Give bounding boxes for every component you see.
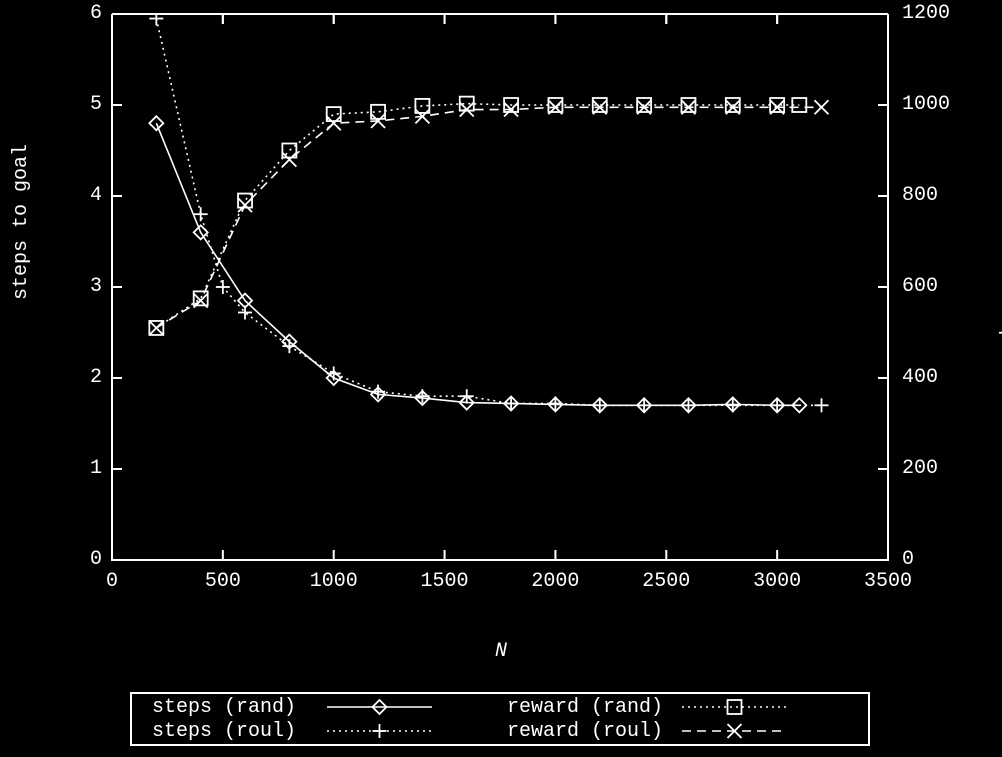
x-axis-label: N: [0, 640, 1002, 663]
x-tick-label: 0: [106, 570, 118, 593]
y1-tick-label: 1: [42, 457, 102, 480]
y2-tick-label: 0: [902, 548, 914, 571]
y2-tick-label: 800: [902, 184, 938, 207]
y2-tick-label: 400: [902, 366, 938, 389]
legend-item: reward (roul): [507, 720, 675, 743]
x-tick-label: 3500: [864, 570, 912, 593]
x-tick-label: 1500: [421, 570, 469, 593]
y1-tick-label: 0: [42, 548, 102, 571]
y2-tick-label: 600: [902, 275, 938, 298]
x-tick-label: 1000: [310, 570, 358, 593]
legend-label: reward (rand): [507, 696, 663, 719]
x-tick-label: 2500: [642, 570, 690, 593]
legend-item: reward (rand): [507, 696, 675, 719]
y2-axis-label: reward: [998, 330, 1002, 402]
y2-tick-label: 1000: [902, 93, 950, 116]
legend-item: steps (roul): [152, 720, 308, 743]
y1-tick-label: 3: [42, 275, 102, 298]
y1-tick-label: 4: [42, 184, 102, 207]
x-tick-label: 500: [205, 570, 241, 593]
y1-axis-label: steps to goal: [10, 144, 33, 300]
x-tick-label: 2000: [531, 570, 579, 593]
legend-label: reward (roul): [507, 720, 663, 743]
y1-tick-label: 5: [42, 93, 102, 116]
legend-box: steps (rand)steps (roul) reward (rand)rew…: [130, 692, 870, 746]
x-tick-label: 3000: [753, 570, 801, 593]
y2-tick-label: 1200: [902, 2, 950, 25]
y1-tick-label: 6: [42, 2, 102, 25]
legend-label: steps (roul): [152, 720, 296, 743]
legend-item: steps (rand): [152, 696, 308, 719]
y2-tick-label: 200: [902, 457, 938, 480]
y1-tick-label: 2: [42, 366, 102, 389]
legend-label: steps (rand): [152, 696, 296, 719]
